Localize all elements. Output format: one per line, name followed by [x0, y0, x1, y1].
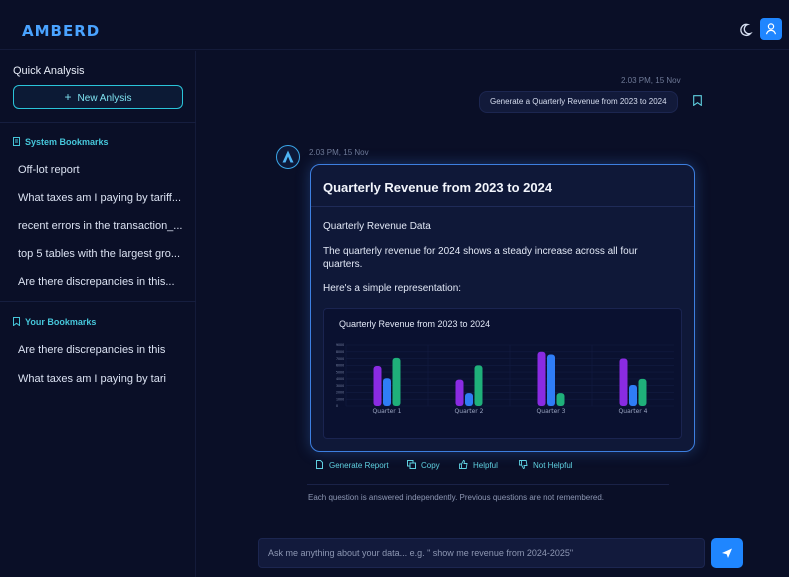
not-helpful-label: Not Helpful	[533, 461, 573, 470]
chart-y-tick-label: 9000	[336, 343, 344, 347]
memory-disclaimer: Each question is answered independently.…	[308, 493, 605, 502]
chart-bar	[474, 365, 483, 406]
helpful-label: Helpful	[473, 461, 498, 470]
bookmark-icon	[13, 317, 20, 326]
chart-x-tick-label: Quarter 1	[373, 408, 402, 415]
sidebar: Quick Analysis + New Anlysis System Bookm…	[0, 51, 196, 577]
sidebar-divider	[0, 122, 196, 123]
thumbs-up-icon	[459, 460, 468, 469]
chart-y-tick-label: 0	[336, 404, 338, 408]
thumbs-down-icon	[519, 460, 528, 469]
chart-bar	[392, 357, 401, 406]
chart-bar	[383, 378, 391, 406]
user-message-time: 2.03 PM, 15 Nov	[621, 76, 681, 85]
chart-y-tick-label: 3000	[336, 384, 344, 388]
copy-button[interactable]: Copy	[407, 460, 440, 470]
chart-y-tick-label: 5000	[336, 370, 344, 374]
not-helpful-button[interactable]: Not Helpful	[519, 460, 573, 470]
response-title: Quarterly Revenue from 2023 to 2024	[323, 180, 553, 195]
user-message: Generate a Quarterly Revenue from 2023 t…	[479, 91, 678, 113]
helpful-button[interactable]: Helpful	[459, 460, 498, 470]
system-bookmark-item[interactable]: What taxes am I paying by tariff...	[18, 192, 188, 204]
user-bookmark-item[interactable]: Are there discrepancies in this	[18, 344, 170, 356]
sidebar-divider	[0, 301, 196, 302]
system-bookmarks-header: System Bookmarks	[13, 137, 109, 147]
chart-plot: 9000 8000 7000 6000 5000 4000 3000 2000 1000 0 Qua…	[336, 343, 674, 415]
assistant-message-time: 2.03 PM, 15 Nov	[309, 148, 369, 157]
chart-x-tick-label: Quarter 4	[619, 408, 648, 415]
moon-icon[interactable]	[737, 22, 753, 38]
your-bookmarks-title: Your Bookmarks	[25, 317, 97, 327]
chart-bar	[455, 379, 464, 406]
user-bookmark-item[interactable]: What taxes am I paying by tari	[18, 373, 170, 385]
plus-icon: +	[64, 90, 72, 104]
card-divider	[311, 206, 694, 207]
chart-title: Quarterly Revenue from 2023 to 2024	[339, 319, 491, 329]
top-bar: AMBERD	[0, 10, 789, 50]
system-bookmark-item[interactable]: recent errors in the transaction_...	[18, 220, 188, 232]
system-bookmarks-title: System Bookmarks	[25, 137, 109, 147]
generate-report-label: Generate Report	[329, 461, 389, 470]
chat-input[interactable]	[258, 538, 705, 568]
response-representation-label: Here's a simple representation:	[323, 283, 462, 294]
chart-bar	[619, 358, 628, 406]
assistant-avatar-icon	[276, 145, 300, 169]
chart-x-tick-label: Quarter 3	[537, 408, 566, 415]
revenue-chart: Quarterly Revenue from 2023 to 2024 9000…	[323, 308, 682, 439]
user-icon[interactable]	[760, 18, 782, 40]
assistant-response-card: Quarterly Revenue from 2023 to 2024 Quar…	[310, 164, 695, 452]
system-bookmark-item[interactable]: Off-lot report	[18, 164, 188, 176]
app-window: AMBERD Quick Analysis + New Anlysis Syste…	[0, 0, 789, 577]
chart-y-tick-label: 8000	[336, 350, 344, 354]
document-icon	[316, 460, 323, 469]
send-button[interactable]	[711, 538, 743, 568]
quick-analysis-title: Quick Analysis	[13, 65, 85, 77]
chart-y-tick-label: 6000	[336, 364, 344, 368]
system-bookmark-item[interactable]: top 5 tables with the largest gro...	[18, 248, 188, 260]
generate-report-button[interactable]: Generate Report	[315, 460, 389, 470]
chart-y-tick-label: 1000	[336, 397, 344, 401]
chart-y-tick-label: 2000	[336, 391, 344, 395]
bookmarks-list-icon	[13, 137, 20, 146]
chart-y-tick-label: 7000	[336, 357, 344, 361]
new-analysis-button[interactable]: + New Anlysis	[13, 85, 183, 109]
new-analysis-label: New Anlysis	[77, 93, 132, 104]
response-subtitle: Quarterly Revenue Data	[323, 221, 431, 232]
system-bookmark-item[interactable]: Are there discrepancies in this...	[18, 276, 188, 288]
chart-bar	[556, 393, 565, 406]
chart-bar	[373, 366, 382, 406]
app-logo: AMBERD	[22, 22, 101, 40]
your-bookmarks-header: Your Bookmarks	[13, 317, 96, 327]
chart-bar	[638, 378, 647, 406]
chart-bar	[629, 384, 637, 406]
copy-label: Copy	[421, 461, 440, 470]
chart-x-tick-label: Quarter 2	[455, 408, 484, 415]
copy-icon	[407, 460, 416, 469]
send-icon	[722, 548, 732, 558]
chart-bar	[537, 351, 546, 406]
response-body: The quarterly revenue for 2024 shows a s…	[323, 246, 638, 270]
actions-divider	[307, 484, 669, 485]
chart-y-tick-label: 4000	[336, 377, 344, 381]
chart-bar	[465, 393, 473, 406]
chart-bar	[547, 354, 555, 406]
chat-area: 2.03 PM, 15 Nov Generate a Quarterly Rev…	[197, 51, 789, 577]
bookmark-icon[interactable]	[693, 93, 702, 107]
